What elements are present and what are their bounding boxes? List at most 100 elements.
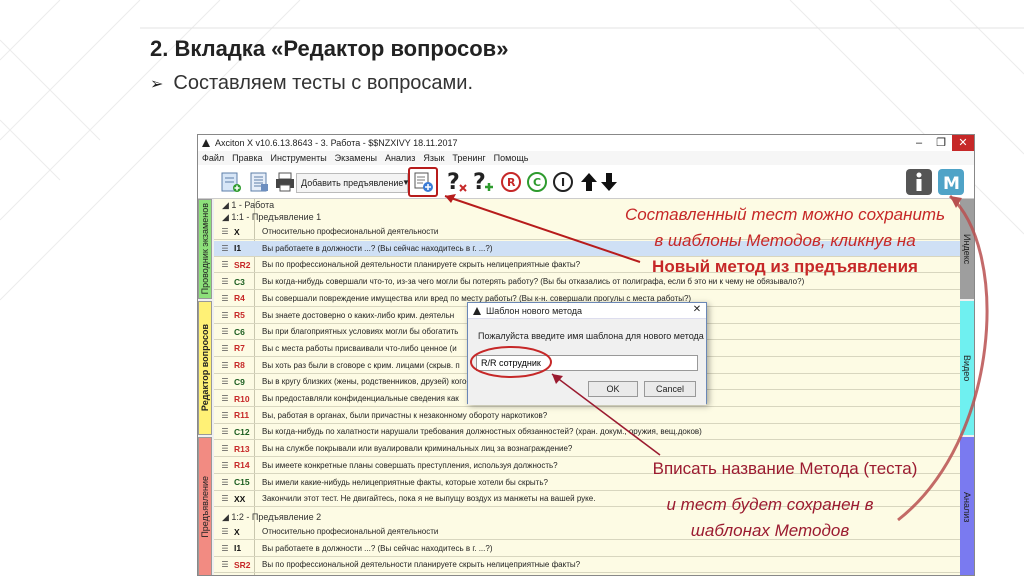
menu-help[interactable]: Помощь <box>494 153 529 163</box>
question-list-button[interactable] <box>246 169 272 195</box>
annotation-enter-name: Вписать название Метода (теста) <box>652 459 918 478</box>
menu-analysis[interactable]: Анализ <box>385 153 415 163</box>
close-button[interactable]: ✕ <box>952 135 974 151</box>
dialog-titlebar: Шаблон нового метода ✕ <box>468 303 706 319</box>
window-title: Axciton X v10.6.13.8643 - 3. Работа - $$… <box>215 138 458 148</box>
drag-handle-icon[interactable]: ☰ <box>218 560 232 569</box>
add-presentation-dropdown[interactable]: Добавить предъявление <box>296 173 408 193</box>
control-c-icon: C <box>527 172 547 192</box>
menu-exams[interactable]: Экзамены <box>335 153 377 163</box>
drag-handle-icon[interactable]: ☰ <box>218 427 232 436</box>
minimize-button[interactable]: – <box>908 135 930 151</box>
svg-text:I: I <box>561 176 565 189</box>
printer-icon <box>276 172 294 192</box>
relevant-button[interactable]: R <box>498 169 524 195</box>
menu-file[interactable]: Файл <box>202 153 224 163</box>
menu-tools[interactable]: Инструменты <box>271 153 327 163</box>
ok-button[interactable]: OK <box>588 381 638 397</box>
group-presentation-2[interactable]: ◢ 1:2 - Предъявление 2 <box>214 511 321 523</box>
bullet-arrow-icon: ➢ <box>150 75 164 93</box>
question-text: Вы в кругу близких (жены, родственников,… <box>262 377 470 387</box>
cancel-button[interactable]: Cancel <box>644 381 696 397</box>
question-row[interactable]: ☰ I1 Вы работаете в должности ...? (Вы сей… <box>214 541 960 557</box>
group-exam-label: 1 - Работа <box>231 200 275 210</box>
tab-index-label: Индекс <box>962 233 972 265</box>
arrow-down-icon <box>601 173 617 191</box>
tab-exam-explorer-label: Проводник экзаменов <box>200 203 210 295</box>
method-library-button[interactable]: M <box>936 169 966 195</box>
drag-handle-icon[interactable]: ☰ <box>218 494 232 503</box>
dialog-close-icon[interactable]: ✕ <box>688 303 706 317</box>
new-exam-button[interactable] <box>218 169 244 195</box>
question-code: C15 <box>234 477 250 487</box>
info-icon <box>906 169 932 195</box>
question-code: SR2 <box>234 259 251 270</box>
drag-handle-icon[interactable]: ☰ <box>218 260 232 269</box>
drag-handle-icon[interactable]: ☰ <box>218 444 232 453</box>
question-code: R14 <box>234 460 250 471</box>
move-down-button[interactable] <box>596 169 622 195</box>
dialog-body: Пожалуйста введите имя шаблона для новог… <box>468 319 706 405</box>
irrelevant-button[interactable]: I <box>550 169 576 195</box>
question-row[interactable]: ☰ R11 Вы, работая в органах, были причастн… <box>214 408 960 424</box>
drag-handle-icon[interactable]: ☰ <box>218 394 232 403</box>
question-row[interactable]: ☰ C12 Вы когда-нибудь по халатности наруша… <box>214 424 960 441</box>
tab-index[interactable]: Индекс <box>960 199 974 299</box>
menubar: Файл Правка Инструменты Экзамены Анализ … <box>198 151 974 165</box>
drag-handle-icon[interactable]: ☰ <box>218 294 232 303</box>
app-logo-icon <box>202 139 210 147</box>
group-presentation-1-label: 1:1 - Предъявление 1 <box>231 212 322 222</box>
question-text: Вы знаете достоверно о каких-либо крим. … <box>262 310 455 320</box>
drag-handle-icon[interactable]: ☰ <box>218 361 232 370</box>
slide-bullet: ➢ Составляем тесты с вопросами. <box>150 72 473 95</box>
maximize-button[interactable]: ❐ <box>930 135 952 151</box>
template-name-input[interactable] <box>476 355 698 371</box>
info-button[interactable] <box>904 169 934 195</box>
annotation-save-line2: в шаблоны Методов, кликнув на <box>654 231 916 250</box>
tab-video[interactable]: Видео <box>960 301 974 435</box>
menu-language[interactable]: Язык <box>423 153 444 163</box>
drag-handle-icon[interactable]: ☰ <box>218 461 232 470</box>
menu-edit[interactable]: Правка <box>232 153 262 163</box>
annotation-save-line3: Новый метод из предъявления <box>652 257 918 276</box>
question-code: X <box>234 526 240 537</box>
drag-handle-icon[interactable]: ☰ <box>218 377 232 386</box>
drag-handle-icon[interactable]: ☰ <box>218 244 232 253</box>
print-button[interactable] <box>272 169 298 195</box>
drag-handle-icon[interactable]: ☰ <box>218 344 232 353</box>
drag-handle-icon[interactable]: ☰ <box>218 277 232 286</box>
question-row[interactable]: ☰ R13 Вы на службе покрывали или вуалирова… <box>214 441 960 458</box>
question-code: R8 <box>234 360 245 371</box>
app-logo-icon <box>473 306 481 315</box>
new-method-icon <box>414 172 433 192</box>
group-presentation-1[interactable]: ◢ 1:1 - Предъявление 1 <box>214 211 321 223</box>
drag-handle-icon[interactable]: ☰ <box>218 411 232 420</box>
question-row[interactable]: ☰ SR2 Вы по профессиональной деятельности … <box>214 557 960 574</box>
drag-handle-icon[interactable]: ☰ <box>218 227 232 236</box>
tab-exam-explorer[interactable]: Проводник экзаменов <box>198 199 212 299</box>
drag-handle-icon[interactable]: ☰ <box>218 327 232 336</box>
drag-handle-icon[interactable]: ☰ <box>218 527 232 536</box>
question-code: R13 <box>234 443 250 454</box>
question-code: R4 <box>234 293 245 304</box>
question-text: Вы когда-нибудь совершали что-то, из-за … <box>262 277 805 287</box>
tab-question-editor[interactable]: Редактор вопросов <box>198 301 212 435</box>
drag-handle-icon[interactable]: ☰ <box>218 311 232 320</box>
group-exam[interactable]: ◢ 1 - Работа <box>214 199 274 211</box>
menu-training[interactable]: Тренинг <box>452 153 485 163</box>
add-question-button[interactable]: ? <box>470 169 496 195</box>
window-controls: – ❐ ✕ <box>908 135 974 151</box>
question-remove-icon: ? <box>447 170 467 195</box>
drag-handle-icon[interactable]: ☰ <box>218 544 232 553</box>
dialog-prompt: Пожалуйста введите имя шаблона для новог… <box>478 331 704 341</box>
method-m-icon: M <box>938 169 964 195</box>
tab-presentation[interactable]: Предъявление <box>198 437 212 575</box>
tab-analysis[interactable]: Анализ <box>960 437 974 575</box>
delete-question-button[interactable]: ? <box>444 169 470 195</box>
question-code: XX <box>234 493 246 504</box>
question-code: R11 <box>234 410 250 421</box>
question-text: Вы предоставляли конфиденциальные сведен… <box>262 394 459 403</box>
control-button[interactable]: C <box>524 169 550 195</box>
drag-handle-icon[interactable]: ☰ <box>218 478 232 487</box>
new-method-from-presentation-button[interactable] <box>410 169 436 195</box>
